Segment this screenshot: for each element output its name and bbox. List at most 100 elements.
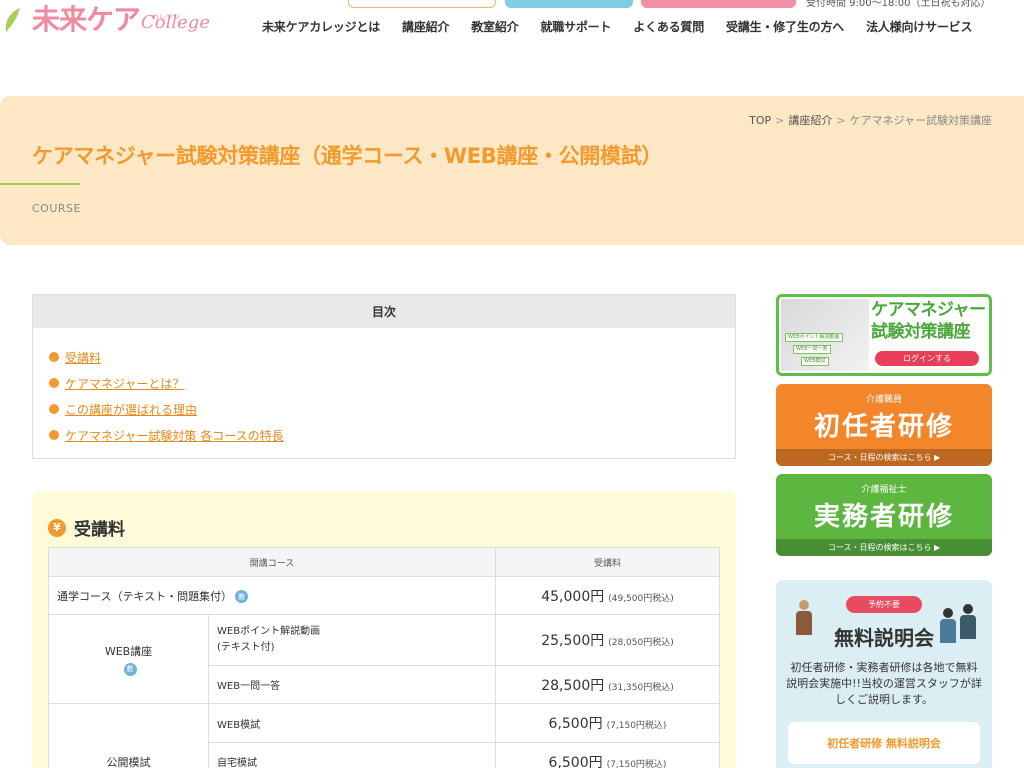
header-pink-button[interactable]: [641, 0, 796, 8]
fee-row-price: 6,500円 (7,150円税込): [495, 742, 720, 768]
toc-link-about-caremanager[interactable]: ケアマネジャーとは？: [65, 375, 184, 392]
table-row: 公開模試 WEB模試 6,500円 (7,150円税込): [48, 703, 720, 768]
price-value: 45,000円: [541, 588, 605, 605]
banner-title: 初任者研修: [813, 412, 954, 442]
price-value: 6,500円: [548, 716, 603, 732]
banner-subtitle: 介護職員: [865, 395, 902, 405]
title-divider: [0, 183, 80, 185]
banner-title-line: ケアマネジャー: [871, 300, 986, 320]
breadcrumb-current: ケアマネジャー試験対策講座: [849, 114, 992, 127]
logo-text: 未来ケア: [32, 3, 141, 36]
toc-item: ケアマネジャーとは？: [49, 370, 735, 396]
price-tax: (49,500円税込): [608, 593, 674, 604]
shoninsha-banner[interactable]: 介護職員 初任者研修 コース・日程の検索はこちら ▶: [776, 384, 992, 466]
price-value: 6,500円: [548, 754, 603, 768]
course-name: WEBポイント解説動画: [217, 626, 321, 637]
col-header-fee: 受講料: [495, 547, 720, 577]
price-tax: (7,150円税込): [606, 759, 667, 768]
bullet-icon: [49, 430, 59, 440]
bullet-icon: [49, 404, 59, 414]
fee-row-course: 自宅模試: [208, 742, 496, 768]
banner-title-line: 試験対策講座: [871, 322, 970, 342]
bullet-icon: [49, 352, 59, 362]
nav-job-support[interactable]: 就職サポート: [529, 18, 622, 35]
price-tax: (28,050円税込): [608, 638, 674, 648]
fee-table: 開講コース 受講料 通学コース（テキスト・問題集付）教 45,000円 (49,5…: [48, 547, 720, 768]
no-reservation-badge: 予約不要: [846, 596, 922, 613]
fee-row-price: 6,500円 (7,150円税込): [495, 703, 720, 743]
info-session-description: 初任者研修・実務者研修は各地で無料説明会実施中!!当校の運営スタッフが詳しくご説…: [786, 661, 982, 706]
table-row: 通学コース（テキスト・問題集付）教 45,000円 (49,500円税込): [48, 576, 720, 615]
price-value: 25,500円: [541, 633, 605, 649]
leaf-logo-icon: [0, 4, 30, 34]
breadcrumb-top[interactable]: TOP: [749, 114, 771, 127]
price-tax: (31,350円税込): [608, 682, 674, 693]
breadcrumb-separator: >: [775, 114, 785, 127]
fee-row-course: WEBポイント解説動画 (テキスト付): [208, 614, 496, 666]
page-title-band: TOP > 講座紹介 > ケアマネジャー試験対策講座 ケアマネジャー試験対策講座（通学コ…: [0, 96, 1024, 245]
banner-tag: WEB模試: [801, 357, 829, 366]
header-blue-button[interactable]: [505, 0, 633, 8]
banner-title: ケアマネジャー 試験対策講座: [871, 299, 986, 343]
fee-row-course: WEB模試: [208, 703, 496, 743]
fee-row-course: 通学コース（テキスト・問題集付）教: [48, 576, 496, 615]
caremanager-course-banner[interactable]: WEBポイント解説動画 WEB一問一答 WEB模試 ケアマネジャー 試験対策講座 …: [776, 294, 992, 376]
nav-classrooms[interactable]: 教室紹介: [460, 18, 529, 35]
info-session-button-label: 初任者研修 無料説明会: [827, 737, 941, 750]
logo-ruby-text: カレッジ: [152, 13, 180, 21]
banner-search-link: コース・日程の検索はこちら ▶: [776, 449, 992, 466]
site-header: 未来ケア College カレッジ 受付時間 9:00～18:00（土日祝も対応…: [0, 0, 1024, 60]
toc-link-reasons[interactable]: この講座が選ばれる理由: [65, 401, 197, 418]
fee-heading-text: 受講料: [74, 520, 125, 540]
toc-link-course-features[interactable]: ケアマネジャー試験対策 各コースの特長: [65, 427, 284, 444]
banner-tag: WEBポイント解説動画: [785, 333, 843, 342]
col-header-course: 開講コース: [48, 547, 496, 577]
fee-row-price: 45,000円 (49,500円税込): [495, 576, 720, 615]
breadcrumb: TOP > 講座紹介 > ケアマネジャー試験対策講座: [749, 112, 992, 128]
page-title: ケアマネジャー試験対策講座（通学コース・WEB講座・公開模試）: [32, 144, 663, 168]
fee-row-price: 25,500円 (28,050円税込): [495, 614, 720, 666]
nav-about[interactable]: 未来ケアカレッジとは: [262, 18, 391, 35]
course-note: (テキスト付): [217, 642, 275, 653]
banner-search-link: コース・日程の検索はこちら ▶: [776, 539, 992, 556]
global-nav: 未来ケアカレッジとは 講座紹介 教室紹介 就職サポート よくある質問 受講生・修…: [262, 18, 983, 35]
banner-tag: WEB一問一答: [793, 345, 831, 354]
fee-group-mock-exam: 公開模試: [48, 703, 209, 768]
toc-item: この講座が選ばれる理由: [49, 396, 735, 422]
course-name: 通学コース（テキスト・問題集付）: [57, 589, 233, 603]
fee-heading: ¥ 受講料: [48, 515, 125, 540]
fee-row-price: 28,500円 (31,350円税込): [495, 665, 720, 704]
group-name: WEB講座: [104, 644, 153, 658]
banner-title: 実務者研修: [813, 502, 954, 532]
breadcrumb-separator: >: [836, 114, 846, 127]
nav-corporate[interactable]: 法人様向けサービス: [855, 18, 983, 35]
info-session-title: 無料説明会: [834, 626, 934, 650]
info-session-button[interactable]: 初任者研修 無料説明会: [788, 722, 980, 764]
course-label: COURSE: [32, 202, 81, 215]
fee-section: ¥ 受講料 開講コース 受講料 通学コース（テキスト・問題集付）教 45,000…: [32, 491, 736, 768]
textbook-badge-icon: 教: [235, 590, 249, 603]
login-button[interactable]: ログインする: [875, 351, 979, 366]
nav-courses[interactable]: 講座紹介: [391, 18, 460, 35]
price-tax: (7,150円税込): [606, 721, 667, 731]
toc-heading: 目次: [33, 295, 735, 328]
nav-students[interactable]: 受講生・修了生の方へ: [715, 18, 855, 35]
yen-icon: ¥: [48, 518, 66, 537]
bullet-icon: [49, 378, 59, 388]
breadcrumb-courses[interactable]: 講座紹介: [788, 114, 832, 127]
fee-row-course: WEB一問一答: [208, 665, 496, 704]
banner-subtitle: 介護福祉士: [861, 485, 907, 495]
jitsumusha-banner[interactable]: 介護福祉士 実務者研修 コース・日程の検索はこちら ▶: [776, 474, 992, 556]
table-of-contents: 目次 受講料 ケアマネジャーとは？ この講座が選ばれる理由 ケアマネジャー試験対…: [32, 294, 736, 459]
table-row: WEB講座教 WEBポイント解説動画 (テキスト付) 25,500円 (28,050…: [48, 614, 720, 704]
toc-item: 受講料: [49, 344, 735, 370]
fee-group-web: WEB講座教: [48, 614, 209, 704]
reception-hours: 受付時間 9:00～18:00（土日祝も対応）: [806, 0, 991, 9]
price-value: 28,500円: [541, 677, 605, 694]
textbook-badge-icon: 教: [123, 662, 137, 676]
free-info-session-box: 予約不要 無料説明会 初任者研修・実務者研修は各地で無料説明会実施中!!当校の運…: [776, 580, 992, 768]
toc-link-fee[interactable]: 受講料: [65, 349, 101, 366]
nav-faq[interactable]: よくある質問: [622, 18, 715, 35]
header-outline-button[interactable]: [348, 0, 496, 8]
toc-item: ケアマネジャー試験対策 各コースの特長: [49, 422, 735, 448]
